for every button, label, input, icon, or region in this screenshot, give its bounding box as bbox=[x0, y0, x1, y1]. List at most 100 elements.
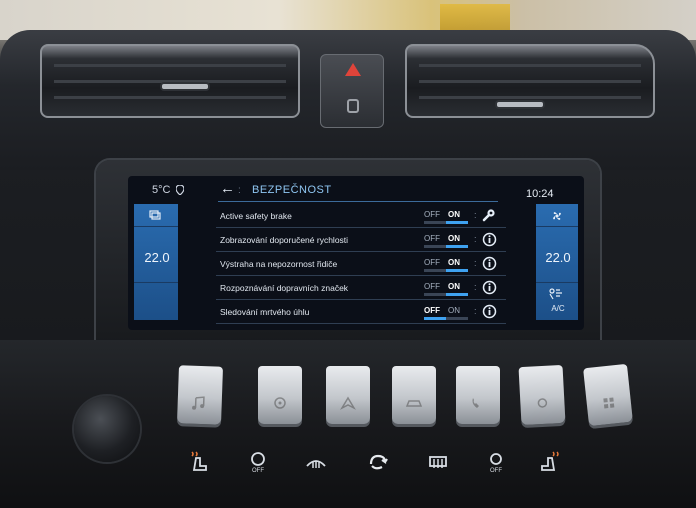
info-icon[interactable] bbox=[482, 280, 497, 295]
setting-label: Výstraha na nepozornost řidiče bbox=[220, 259, 338, 269]
settings-key[interactable] bbox=[518, 364, 566, 426]
car-icon bbox=[405, 400, 423, 407]
info-icon[interactable] bbox=[482, 304, 497, 319]
hazard-icon bbox=[345, 63, 361, 76]
toggle-indicator bbox=[446, 245, 468, 248]
toggle-off-label: OFF bbox=[424, 258, 440, 267]
toggle-indicator bbox=[446, 293, 468, 296]
lock-icon bbox=[347, 99, 359, 113]
toggle-off-label: OFF bbox=[424, 282, 440, 291]
setting-row-blind-spot-monitoring[interactable]: Sledování mrtvého úhlu OFF ON : bbox=[216, 300, 506, 324]
air-vent-right[interactable] bbox=[405, 44, 655, 118]
row-separator: : bbox=[474, 306, 477, 316]
right-temperature[interactable]: 22.0 bbox=[538, 250, 578, 265]
fan-off-button[interactable]: OFF bbox=[476, 446, 516, 478]
fan-key[interactable] bbox=[258, 366, 302, 424]
toggle-switch[interactable]: OFF ON bbox=[422, 232, 470, 248]
airflow-icon[interactable] bbox=[547, 288, 567, 300]
vent-slat bbox=[54, 64, 286, 67]
windshield-defrost-icon bbox=[306, 460, 326, 468]
row-separator: : bbox=[474, 210, 477, 220]
climate-panel-left[interactable]: 22.0 bbox=[134, 204, 178, 320]
setting-label: Sledování mrtvého úhlu bbox=[220, 307, 310, 317]
panel-divider bbox=[134, 226, 178, 227]
setting-label: Active safety brake bbox=[220, 211, 292, 221]
hazard-button[interactable] bbox=[320, 54, 384, 128]
car-key[interactable] bbox=[392, 366, 436, 424]
windshield-defrost-button[interactable] bbox=[296, 446, 336, 478]
toggle-switch[interactable]: OFF ON bbox=[422, 208, 470, 224]
panel-divider bbox=[536, 282, 578, 283]
toggle-indicator bbox=[446, 269, 468, 272]
title-divider bbox=[218, 201, 498, 202]
menu-separator: : bbox=[238, 185, 241, 196]
fan-off-icon: OFF bbox=[490, 453, 502, 474]
vent-knob[interactable] bbox=[497, 102, 543, 107]
air-vent-left[interactable] bbox=[40, 44, 300, 118]
navigation-key[interactable] bbox=[326, 366, 370, 424]
panel-divider bbox=[536, 226, 578, 227]
wrench-icon[interactable] bbox=[482, 208, 497, 223]
toggle-off-label: OFF bbox=[424, 306, 440, 315]
fan-icon bbox=[274, 397, 286, 409]
setting-row-active-safety-brake[interactable]: Active safety brake OFF ON : bbox=[216, 204, 506, 228]
vent-slat bbox=[54, 80, 286, 83]
toggle-on-label: ON bbox=[448, 282, 460, 291]
setting-row-speed-recommendation[interactable]: Zobrazování doporučené rychlosti OFF ON … bbox=[216, 228, 506, 252]
toggle-switch[interactable]: OFF ON bbox=[422, 304, 470, 320]
svg-text:OFF: OFF bbox=[252, 468, 264, 474]
recirculation-icon bbox=[369, 454, 388, 470]
vent-slat bbox=[419, 96, 641, 99]
seat-heat-left-icon bbox=[191, 451, 207, 471]
seat-heat-icon[interactable] bbox=[149, 210, 161, 220]
apps-icon bbox=[603, 397, 615, 409]
setting-label: Rozpoznávání dopravních značek bbox=[220, 283, 349, 293]
setting-row-traffic-sign-recognition[interactable]: Rozpoznávání dopravních značek OFF ON : bbox=[216, 276, 506, 300]
navigation-icon bbox=[340, 396, 356, 410]
left-temperature[interactable]: 22.0 bbox=[137, 250, 177, 265]
auto-off-button[interactable]: OFF bbox=[238, 446, 278, 478]
ac-button[interactable]: A/C bbox=[538, 304, 578, 313]
info-icon[interactable] bbox=[482, 256, 497, 271]
toggle-indicator bbox=[446, 221, 468, 224]
toggle-switch[interactable]: OFF ON bbox=[422, 280, 470, 296]
toggle-on-label: ON bbox=[448, 306, 460, 315]
fan-icon[interactable] bbox=[551, 210, 563, 222]
volume-knob[interactable] bbox=[74, 396, 140, 462]
toggle-on-label: ON bbox=[448, 234, 460, 243]
vent-slat bbox=[419, 80, 641, 83]
seat-heat-left-button[interactable] bbox=[180, 446, 220, 478]
status-bar: 5°C ← : BEZPEČNOST 10:24 bbox=[128, 176, 584, 202]
toggle-off-label: OFF bbox=[424, 234, 440, 243]
seat-heat-right-button[interactable] bbox=[528, 446, 568, 478]
toggle-switch[interactable]: OFF ON bbox=[422, 256, 470, 272]
row-separator: : bbox=[474, 282, 477, 292]
settings-icon bbox=[537, 398, 548, 408]
auto-off-icon: OFF bbox=[251, 452, 265, 474]
page-title: BEZPEČNOST bbox=[252, 184, 332, 196]
row-separator: : bbox=[474, 258, 477, 268]
vent-knob[interactable] bbox=[162, 84, 208, 89]
clock: 10:24 bbox=[526, 188, 554, 200]
rear-defrost-button[interactable] bbox=[418, 446, 458, 478]
vent-slat bbox=[54, 96, 286, 99]
infotainment-screen: 5°C ← : BEZPEČNOST 10:24 22.0 22.0 A/C A… bbox=[128, 176, 584, 330]
svg-text:OFF: OFF bbox=[490, 468, 502, 474]
info-icon[interactable] bbox=[482, 232, 497, 247]
setting-row-driver-attention[interactable]: Výstraha na nepozornost řidiče OFF ON : bbox=[216, 252, 506, 276]
toggle-off-label: OFF bbox=[424, 210, 440, 219]
toggle-on-label: ON bbox=[448, 210, 460, 219]
phone-icon bbox=[472, 398, 479, 408]
toggle-on-label: ON bbox=[448, 258, 460, 267]
setting-label: Zobrazování doporučené rychlosti bbox=[220, 235, 349, 245]
apps-key[interactable] bbox=[583, 363, 633, 427]
vent-slat bbox=[419, 64, 641, 67]
recirculation-button[interactable] bbox=[358, 446, 398, 478]
seat-heat-right-icon bbox=[541, 451, 559, 471]
climate-panel-right[interactable]: 22.0 A/C bbox=[536, 204, 578, 320]
rear-defrost-icon bbox=[429, 456, 447, 468]
music-key[interactable] bbox=[177, 365, 223, 425]
back-arrow-icon[interactable]: ← bbox=[220, 181, 235, 196]
phone-key[interactable] bbox=[456, 366, 500, 424]
row-separator: : bbox=[474, 234, 477, 244]
